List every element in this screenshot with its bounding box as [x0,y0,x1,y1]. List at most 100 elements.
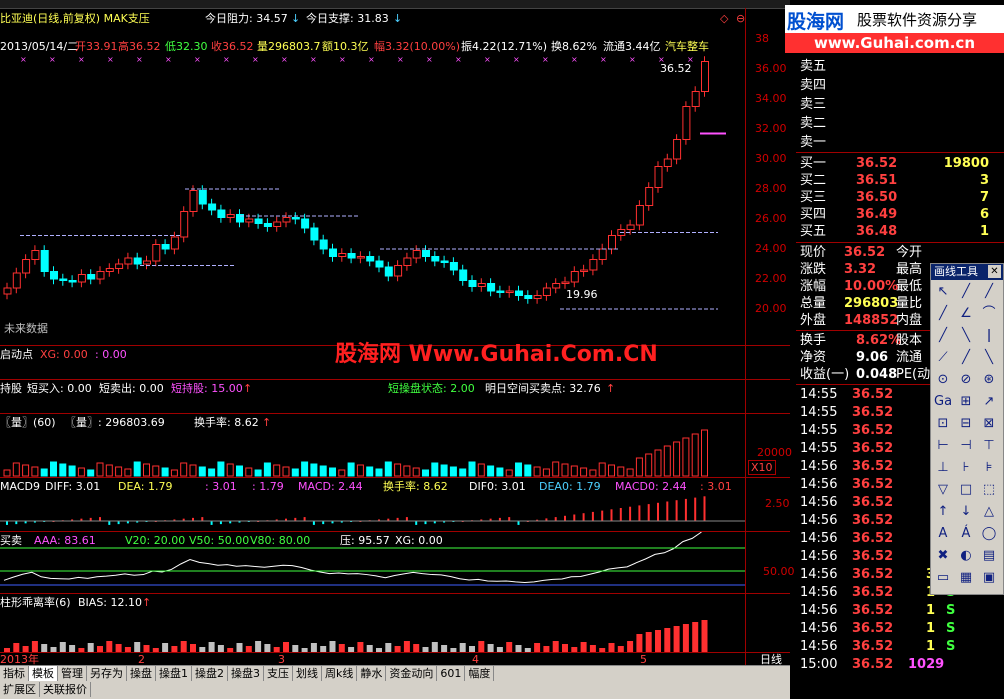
tab-support[interactable]: 支压 [264,666,293,681]
tab-fund-flow[interactable]: 资金动向 [386,666,438,681]
tab-601[interactable]: 601 [437,666,466,681]
macd-bar [201,517,204,521]
text-icon[interactable]: A [934,525,952,543]
tab-save-as[interactable]: 另存为 [87,666,127,681]
macd-v1: : 3.01 [205,480,237,493]
info-open: 开33.91 [75,40,118,53]
candle-body [217,209,226,218]
bias-bar [552,641,559,652]
down-arrow-icon[interactable]: ↓ [957,503,975,521]
candle-body [68,280,77,283]
angle-icon[interactable]: ∠ [957,305,975,323]
tab-extension[interactable]: 扩展区 [0,682,40,697]
table-icon[interactable]: ⊟ [957,415,975,433]
tab-trade-1[interactable]: 操盘1 [156,666,192,681]
line-icon[interactable]: ╱ [957,283,975,301]
candle-body [50,271,58,280]
ask-row: 卖五 [796,58,1004,76]
macd-bar [601,510,604,521]
price-tick: 24.00 [755,242,787,255]
tick-price: 36.52 [852,567,894,582]
grid-icon[interactable]: ⊞ [957,393,975,411]
bid-row: 买一 36.52 19800 [796,155,1004,173]
tab-still-water[interactable]: 静水 [357,666,387,681]
toolbox-title[interactable]: 画线工具 ✕ [931,264,1003,280]
tab-weekly[interactable]: 周k线 [322,666,358,681]
circle-icon[interactable]: ⊙ [934,371,952,389]
macd-bar [619,508,622,521]
drawing-toolbox[interactable]: 画线工具 ✕ ↖ ╱ ╱ ╱ ∠ ⌒ ╱ ╲ ǀ ⟋ ╱ ╲ ⊙ ⊘ ⊛ Ga ⊞ ↗ ⊡ ⊟ ⊠ ⊢ ⊣ ⊤ ⊥ ⊦ ⊧ ▽ □ ⬚ ↑ ↓ △… [930,263,1004,595]
bias-bar [13,643,20,652]
ellipse-icon[interactable]: ◯ [980,525,998,543]
save-icon[interactable]: ▣ [980,569,998,587]
delete-icon[interactable]: ✖ [934,547,952,565]
ask-label: 卖二 [800,116,827,131]
candle-body [282,217,291,223]
price-tick: 26.00 [755,212,787,225]
bias-indicator-name: 柱形乖离率(6) [0,596,71,609]
cross-marker: × [281,55,288,64]
gann-icon[interactable]: ╲ [980,349,998,367]
tab-trade[interactable]: 操盘 [127,666,156,681]
text-accent-icon[interactable]: Á [957,525,975,543]
list-icon[interactable]: ▤ [980,547,998,565]
stock-title: 比亚迪(日线,前复权) MAK支压 [0,12,150,25]
box-icon[interactable]: ⊠ [980,415,998,433]
volume-bar [403,465,411,477]
segment-icon[interactable]: ╱ [980,283,998,301]
stat-label: 总量 [800,296,827,311]
no-entry-icon[interactable]: ⊘ [957,371,975,389]
golden-icon[interactable]: Ga [934,393,952,411]
volume-bar [691,433,699,477]
channel-icon[interactable]: ╱ [934,327,952,345]
candle-body [552,283,561,289]
tab-range[interactable]: 幅度 [465,666,495,681]
period-icon[interactable]: ⊢ [934,437,952,455]
candle-body [198,190,207,205]
bias-bar [627,641,634,652]
diamond-icon[interactable]: ◇ [720,12,728,25]
period-4-icon[interactable]: ⊥ [934,459,952,477]
tab-related-quotes[interactable]: 关联报价 [40,682,91,697]
macd-turnover: 换手率: 8.62 [383,480,448,493]
period-5-icon[interactable]: ⊦ [957,459,975,477]
candle-body [329,248,337,257]
tab-draw-line[interactable]: 划线 [293,666,322,681]
rectangle-icon[interactable]: □ [957,481,975,499]
pattern-icon[interactable]: ▦ [957,569,975,587]
arrow-icon[interactable]: ↗ [980,393,998,411]
dashed-rect-icon[interactable]: ⬚ [980,481,998,499]
tab-trade-2[interactable]: 操盘2 [192,666,228,681]
candle-body [263,223,272,227]
up-arrow-icon[interactable]: ↑ [934,503,952,521]
stat-label: 换手 [800,333,827,348]
pointer-icon[interactable]: ↖ [934,283,952,301]
cycle-icon[interactable]: ⊛ [980,371,998,389]
arc-icon[interactable]: ⌒ [980,305,998,323]
triangle-icon[interactable]: ▽ [934,481,952,499]
volume-bar [291,468,299,477]
tab-manage[interactable]: 管理 [58,666,87,681]
bias-bar [41,644,48,652]
vline-icon[interactable]: ǀ [980,327,998,345]
tab-trade-3[interactable]: 操盘3 [228,666,264,681]
trend-icon[interactable]: ⟋ [934,349,952,367]
ray-icon[interactable]: ╱ [934,305,952,323]
fib-icon[interactable]: ╱ [957,349,975,367]
half-icon[interactable]: ◐ [957,547,975,565]
tab-template[interactable]: 模板 [29,666,58,681]
period-6-icon[interactable]: ⊧ [980,459,998,477]
tab-indicator[interactable]: 指标 [0,666,29,681]
rect-frame-icon[interactable]: ⊡ [934,415,952,433]
volume-bar [245,467,253,477]
close-icon[interactable]: ✕ [988,265,1001,278]
period-3-icon[interactable]: ⊤ [980,437,998,455]
period-2-icon[interactable]: ⊣ [957,437,975,455]
candle-body [77,274,86,283]
bias-bar [580,642,587,652]
macd-bar [703,496,706,521]
parallel-icon[interactable]: ╲ [957,327,975,345]
close-chart-icon[interactable]: ⊖ [736,12,745,25]
delta-icon[interactable]: △ [980,503,998,521]
frame-icon[interactable]: ▭ [934,569,952,587]
